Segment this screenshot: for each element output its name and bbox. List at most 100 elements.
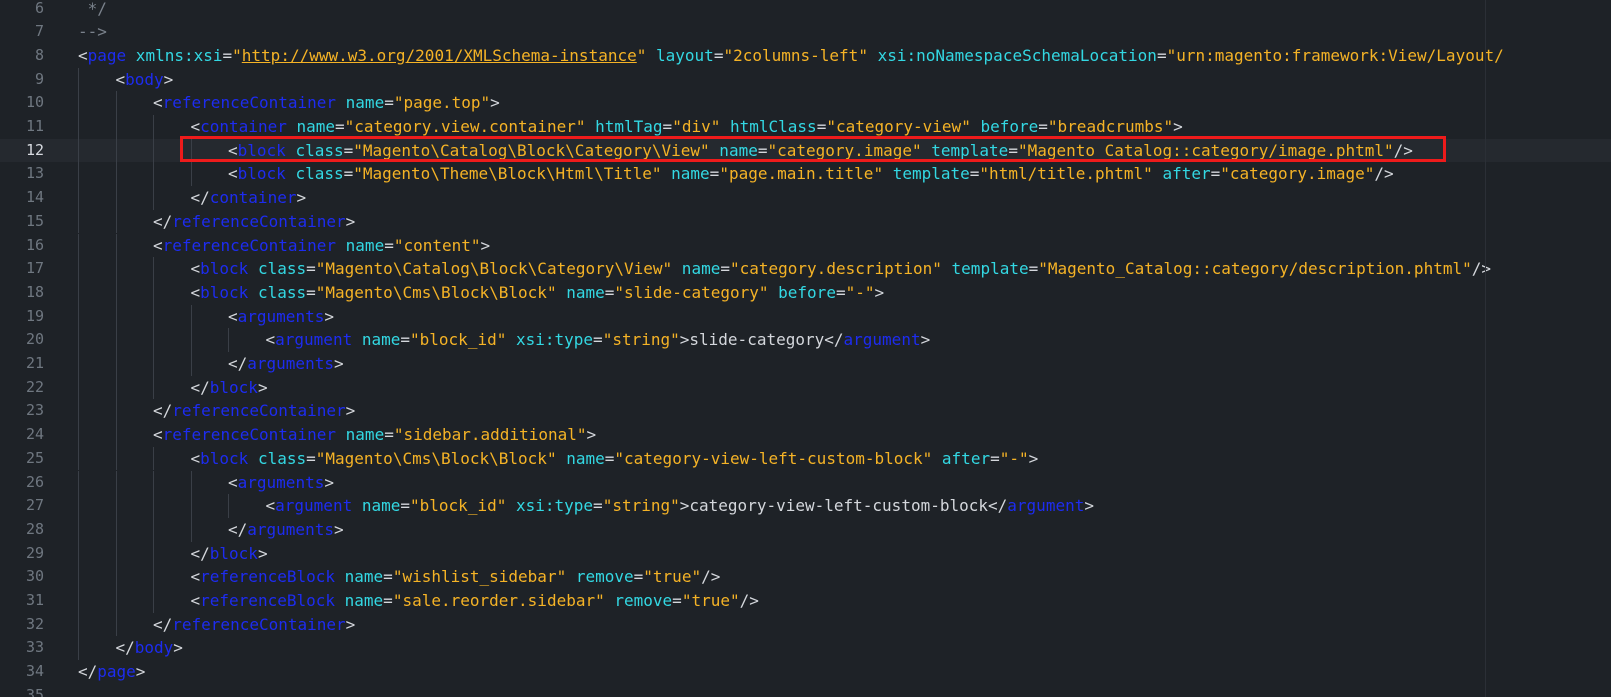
indent-guide [115,494,117,518]
code-text[interactable]: <referenceContainer name="content"> [153,234,490,258]
code-text[interactable]: <block class="Magento\Theme\Block\Html\T… [228,162,1394,186]
code-line[interactable]: 20 <argument name="block_id" xsi:type="st… [0,328,1611,352]
indent-guide [78,470,79,495]
code-token-tag: argument [275,330,353,350]
line-number: 10 [25,93,44,112]
code-token-tag: referenceContainer [172,614,346,634]
line-number: 11 [25,117,44,135]
code-line[interactable]: 23 </referenceContainer> [0,399,1611,424]
code-text[interactable]: <referenceContainer name="sidebar.additi… [153,423,596,447]
code-line[interactable]: 33 </body> [0,636,1611,661]
code-line[interactable]: 11 <container name="category.view.contain… [0,115,1611,139]
code-line[interactable]: 25 <block class="Magento\Cms\Block\Block"… [0,446,1611,471]
code-line[interactable]: 8 <page xmlns:xsi="http://www.w3.org/2001… [0,44,1611,68]
code-line[interactable]: 28 </arguments> [0,517,1611,542]
code-text[interactable]: <container name="category.view.container… [191,115,1183,139]
line-number: 29 [25,543,44,562]
indent-guide [190,494,192,518]
code-text[interactable]: <page xmlns:xsi="http://www.w3.org/2001/… [78,44,1504,68]
code-token-tag: arguments [247,519,334,539]
code-line[interactable]: 17 <block class="Magento\Catalog\Block\Ca… [0,257,1611,281]
code-token-punc: > [480,235,491,255]
indent-guide [78,399,79,424]
code-line[interactable]: 30 <referenceBlock name="wishlist_sidebar… [0,565,1611,589]
code-text[interactable]: </arguments> [228,518,344,542]
indent-guide [153,352,154,376]
code-line[interactable]: 18 <block class="Magento\Cms\Block\Block"… [0,280,1611,305]
code-text[interactable]: </container> [191,186,307,210]
code-token-punc: = [1008,140,1018,160]
code-token-attr: before [970,117,1039,136]
code-text[interactable]: </body> [116,636,183,660]
code-token-punc: < [190,259,201,279]
code-text[interactable]: <referenceBlock name="wishlist_sidebar" … [191,565,721,589]
indent-guide [153,138,154,163]
code-text[interactable]: <arguments> [228,305,334,329]
code-text[interactable]: <arguments> [228,471,334,495]
code-token-punc: = [709,164,720,184]
code-text[interactable]: </referenceContainer> [153,210,355,234]
code-token-punc: /> [1374,164,1394,184]
code-line[interactable]: 14 </container> [0,186,1611,210]
code-line[interactable]: 9 <body> [0,67,1611,92]
code-token-tag: arguments [247,354,334,373]
code-text[interactable]: </page> [78,660,145,684]
code-line[interactable]: 19 <arguments> [0,304,1611,329]
code-line[interactable]: 27 <argument name="block_id" xsi:type="st… [0,494,1611,518]
code-line[interactable]: 31 <referenceBlock name="sale.reorder.sid… [0,589,1611,613]
code-text[interactable]: <argument name="block_id" xsi:type="stri… [266,494,1094,518]
indent-guide [78,304,79,329]
code-text[interactable]: <block class="Magento\Catalog\Block\Cate… [228,139,1413,163]
code-text[interactable]: <block class="Magento\Catalog\Block\Cate… [191,257,1492,281]
code-token-punc: = [1210,164,1221,184]
code-line[interactable]: 13 <block class="Magento\Theme\Block\Html… [0,162,1611,187]
code-line[interactable]: 35 [0,684,1611,697]
code-line[interactable]: 12 <block class="Magento\Catalog\Block\Ca… [0,138,1611,163]
code-text[interactable]: <argument name="block_id" xsi:type="stri… [266,328,931,352]
code-line[interactable]: 26 <arguments> [0,470,1611,495]
code-token-attr: name [336,235,385,255]
indent-guide [153,375,154,400]
code-line[interactable]: 29 </block> [0,541,1611,566]
indent-guide [78,636,79,661]
code-line[interactable]: 32 </referenceContainer> [0,612,1611,637]
indent-guide [115,612,117,637]
code-token-attr: remove [566,567,634,587]
code-text[interactable]: <referenceBlock name="sale.reorder.sideb… [191,589,759,613]
code-text[interactable]: */ [78,0,107,20]
code-text[interactable]: </block> [191,542,268,566]
indent-guide [78,233,79,258]
code-token-tag: block [200,282,249,302]
code-line[interactable]: 34 </page> [0,660,1611,684]
code-text[interactable]: <body> [116,68,174,92]
code-editor[interactable]: 6 */7 --> 8 <page xmlns:xsi="http://www.w3.… [0,0,1611,697]
code-text[interactable]: --> [78,20,107,44]
code-text[interactable]: <block class="Magento\Cms\Block\Block" n… [191,447,1039,471]
indent-guide [115,91,117,115]
code-text[interactable]: </arguments> [228,352,344,376]
code-line[interactable]: 7 --> [0,20,1611,44]
code-token-str: "true" [643,567,702,587]
indent-guide [115,446,117,471]
code-token-str: "category-view-left-custom-block" [614,448,933,468]
code-token-punc: </ [153,211,173,231]
line-number: 35 [25,685,44,697]
code-line[interactable]: 6 */ [0,0,1611,20]
code-token-attr: xmlns:xsi [126,45,223,65]
code-text[interactable]: <block class="Magento\Cms\Block\Block" n… [191,281,885,305]
code-text[interactable]: </referenceContainer> [153,399,355,423]
code-token-tag: page [97,662,136,682]
code-token-punc: > [679,330,690,350]
code-text[interactable]: </block> [191,376,268,400]
indent-guide [153,565,154,589]
code-line[interactable]: 21 </arguments> [0,352,1611,376]
code-token-punc: > [345,401,356,421]
code-line[interactable]: 15 </referenceContainer> [0,209,1611,234]
code-line[interactable]: 16 <referenceContainer name="content"> [0,233,1611,258]
code-text[interactable]: </referenceContainer> [153,613,355,637]
code-line[interactable]: 22 </block> [0,375,1611,400]
code-line[interactable]: 10 <referenceContainer name="page.top"> [0,91,1611,115]
code-line[interactable]: 24 <referenceContainer name="sidebar.addi… [0,423,1611,447]
code-token-tag: container [209,188,297,208]
code-text[interactable]: <referenceContainer name="page.top"> [153,91,500,115]
